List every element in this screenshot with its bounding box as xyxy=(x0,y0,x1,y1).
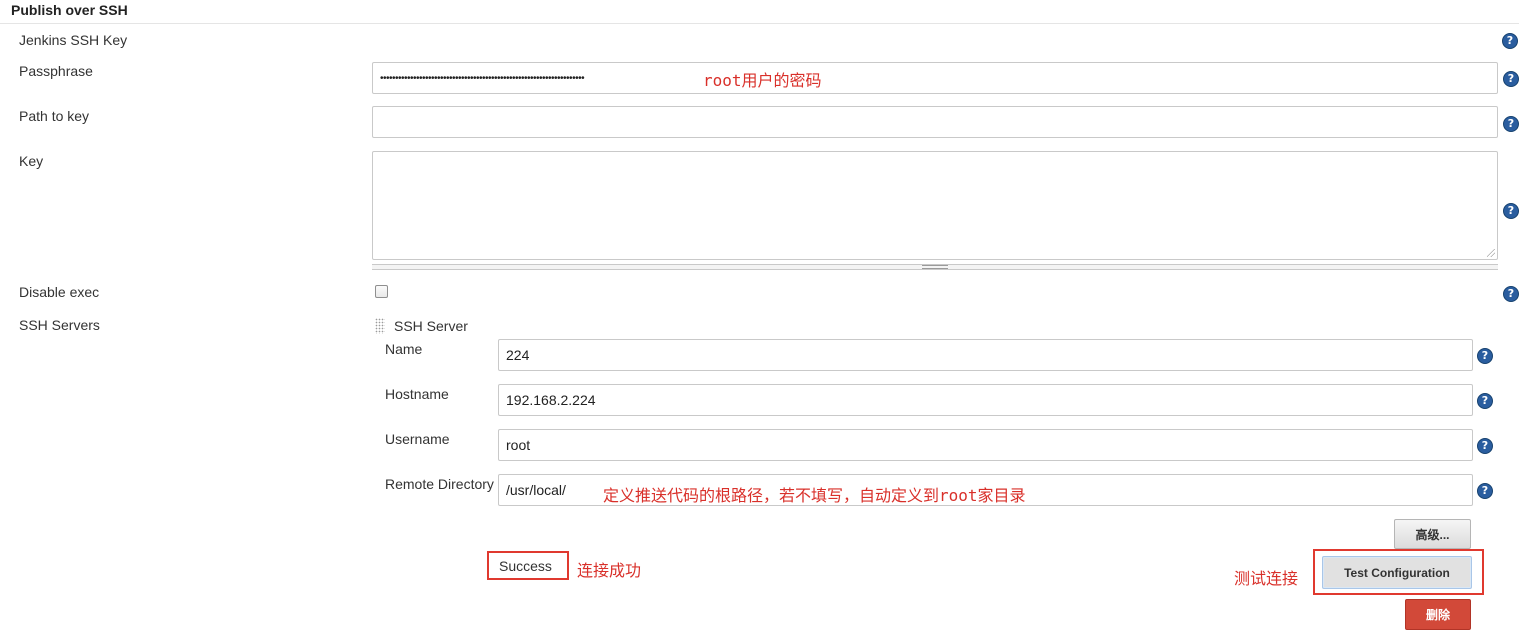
key-label: Key xyxy=(19,153,44,169)
textarea-resize-corner[interactable] xyxy=(1487,249,1495,257)
help-icon[interactable]: ? xyxy=(1477,393,1493,409)
passphrase-label: Passphrase xyxy=(19,63,93,79)
help-icon[interactable]: ? xyxy=(1503,286,1519,302)
help-icon[interactable]: ? xyxy=(1477,438,1493,454)
hostname-input[interactable]: 192.168.2.224 xyxy=(498,384,1473,416)
resize-grip-icon[interactable] xyxy=(922,265,948,269)
disable-exec-label: Disable exec xyxy=(19,284,100,300)
jenkins-ssh-key-label: Jenkins SSH Key xyxy=(19,32,128,48)
path-to-key-input[interactable] xyxy=(372,106,1498,138)
remote-directory-annotation: 定义推送代码的根路径，若不填写，自动定义到root家目录 xyxy=(603,486,1026,505)
advanced-button[interactable]: 高级... xyxy=(1394,519,1471,549)
help-icon[interactable]: ? xyxy=(1477,348,1493,364)
server-name-input[interactable]: 224 xyxy=(498,339,1473,371)
ssh-servers-label: SSH Servers xyxy=(19,317,100,333)
help-icon[interactable]: ? xyxy=(1477,483,1493,499)
test-configuration-button[interactable]: Test Configuration xyxy=(1322,556,1472,589)
help-icon[interactable]: ? xyxy=(1503,203,1519,219)
help-icon[interactable]: ? xyxy=(1503,71,1519,87)
disable-exec-checkbox[interactable] xyxy=(375,285,388,298)
username-label: Username xyxy=(385,431,450,447)
hostname-label: Hostname xyxy=(385,386,449,402)
key-textarea[interactable] xyxy=(372,151,1498,260)
help-icon[interactable]: ? xyxy=(1503,116,1519,132)
status-annotation: 连接成功 xyxy=(577,561,642,580)
passphrase-input[interactable]: ••••••••••••••••••••••••••••••••••••••••… xyxy=(372,62,1498,94)
passphrase-annotation: root用户的密码 xyxy=(703,71,822,90)
drag-handle-icon[interactable] xyxy=(375,318,385,334)
path-to-key-label: Path to key xyxy=(19,108,90,124)
username-input[interactable]: root xyxy=(498,429,1473,461)
section-divider xyxy=(0,23,1519,24)
delete-button[interactable]: 删除 xyxy=(1405,599,1471,630)
connection-status: Success xyxy=(499,558,552,574)
test-annotation: 测试连接 xyxy=(1234,569,1299,588)
help-icon[interactable]: ? xyxy=(1502,33,1518,49)
server-name-label: Name xyxy=(385,341,423,357)
ssh-server-header: SSH Server xyxy=(394,318,468,334)
section-title: Publish over SSH xyxy=(11,2,128,18)
remote-directory-label: Remote Directory xyxy=(385,476,494,492)
